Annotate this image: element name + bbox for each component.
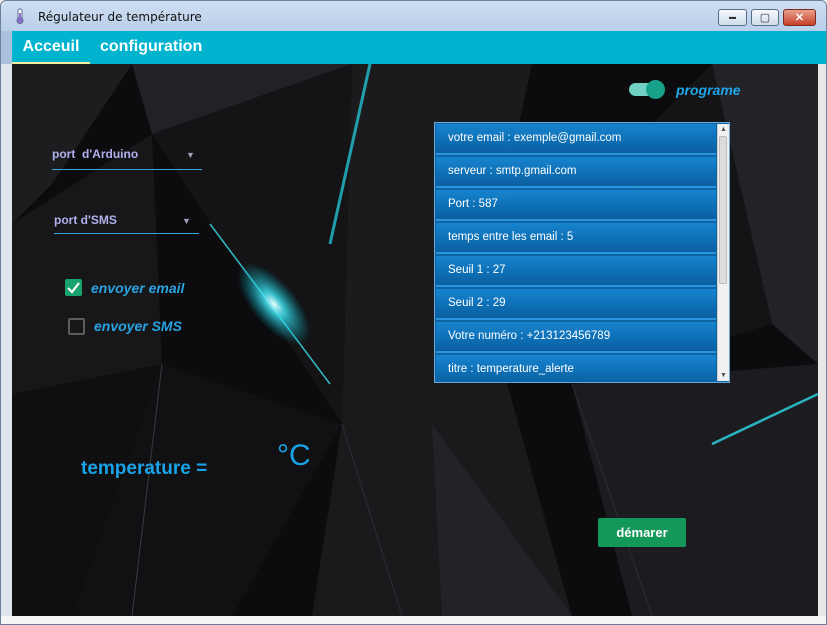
app-window: Régulateur de température ▬ ▢ ✕ Acceuil … [0,0,827,625]
list-item[interactable]: temps entre les email : 5 [436,223,716,254]
thermometer-icon [16,8,24,24]
chevron-down-icon: ▼ [186,150,195,160]
list-item[interactable]: Seuil 2 : 29 [436,289,716,320]
tab-configuration[interactable]: configuration [100,31,202,64]
temperature-unit: °C [277,439,311,472]
close-icon: ✕ [794,12,805,24]
start-button[interactable]: démarer [598,518,686,547]
scroll-thumb[interactable] [719,136,727,284]
sms-port-value: port d'SMS [54,213,117,227]
scroll-up-icon[interactable]: ▲ [718,124,729,135]
sms-checkbox-label[interactable]: envoyer SMS [94,318,182,334]
tab-bar: Acceuil configuration [12,31,826,64]
window-edge [818,64,826,624]
arduino-port-select[interactable]: port d'Arduino ▼ [52,140,202,170]
list-item[interactable]: votre email : exemple@gmail.com [436,124,716,155]
scroll-down-icon[interactable]: ▼ [718,370,729,381]
maximize-button[interactable]: ▢ [751,9,779,26]
program-toggle[interactable] [629,80,665,99]
tab-acceuil[interactable]: Acceuil [12,31,90,64]
temperature-label: temperature = [81,458,208,479]
list-item[interactable]: Port : 587 [436,190,716,221]
title-bar[interactable]: Régulateur de température ▬ ▢ ✕ [1,1,826,31]
window-bottom-edge [1,616,826,624]
list-item[interactable]: serveur : smtp.gmail.com [436,157,716,188]
program-label: programe [676,82,741,98]
list-scrollbar[interactable]: ▲ ▼ [717,124,729,381]
background-strip [1,64,12,616]
email-checkbox-label[interactable]: envoyer email [91,280,184,296]
list-item[interactable]: titre : temperature_alerte [436,355,716,382]
config-list[interactable]: votre email : exemple@gmail.com serveur … [434,122,730,383]
close-button[interactable]: ✕ [783,9,816,26]
list-item[interactable]: Votre numéro : +213123456789 [436,322,716,353]
arduino-port-value: port d'Arduino [52,147,139,161]
minimize-button[interactable]: ▬ [718,9,747,26]
sms-checkbox[interactable] [68,318,85,335]
minimize-icon: ▬ [729,14,736,21]
list-item[interactable]: Seuil 1 : 27 [436,256,716,287]
sms-port-select[interactable]: port d'SMS ▼ [54,207,199,234]
chevron-down-icon: ▼ [182,216,191,226]
checkmark-icon [67,282,80,294]
main-panel: programe port d'Arduino ▼ port d'SMS ▼ e… [12,64,818,616]
maximize-icon: ▢ [759,12,771,24]
window-title: Régulateur de température [38,10,202,24]
email-checkbox[interactable] [65,279,82,296]
toggle-knob [646,80,665,99]
